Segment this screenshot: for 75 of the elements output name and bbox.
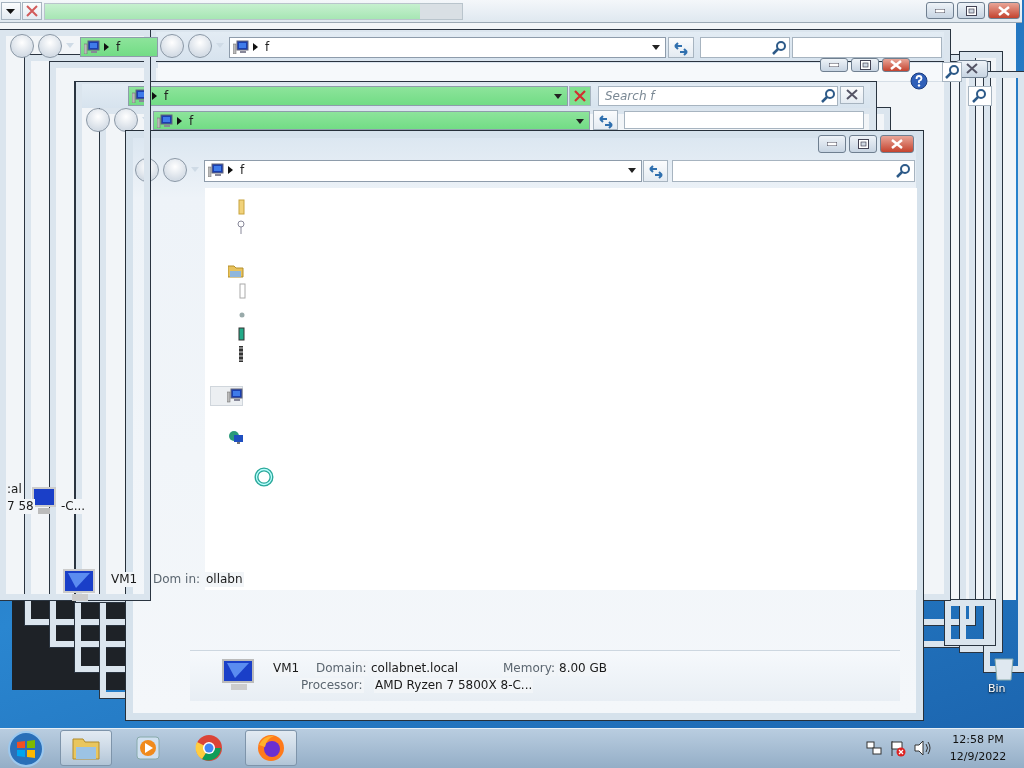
- computer-icon: [227, 388, 243, 403]
- chevron-icon: [104, 43, 109, 51]
- chevron-icon: [228, 166, 233, 174]
- refresh-icon: [597, 113, 615, 129]
- search-icon: [971, 88, 987, 104]
- browser-icon[interactable]: [194, 733, 224, 763]
- close-icon: [891, 139, 903, 149]
- search-icon: [771, 40, 787, 56]
- chevron-icon: [253, 43, 258, 51]
- close-icon: [846, 89, 858, 100]
- speaker-icon[interactable]: [914, 740, 932, 756]
- field-value: ollabn: [205, 572, 244, 587]
- field-value: AMD Ryzen 7 5800X 8-C...: [374, 678, 534, 693]
- computer-icon: [84, 40, 100, 54]
- chevron-icon: [152, 92, 157, 100]
- minimize-icon: [935, 8, 945, 13]
- film-icon: [238, 346, 244, 362]
- window-squares-icon: [858, 139, 869, 149]
- start-button[interactable]: [6, 730, 46, 768]
- search-field[interactable]: Search f: [598, 86, 838, 106]
- computer-icon: [208, 163, 224, 177]
- close-icon: [998, 5, 1010, 16]
- window-squares-icon: [860, 60, 871, 70]
- chevron-icon: [177, 117, 182, 125]
- refresh-button[interactable]: [643, 160, 668, 182]
- search-icon: [820, 88, 836, 104]
- close-icon: [26, 5, 38, 17]
- key-icon: [237, 220, 245, 235]
- dropdown-arrow-icon[interactable]: [628, 168, 636, 173]
- search-field[interactable]: [672, 160, 915, 182]
- minimize-icon: [829, 63, 839, 67]
- window-squares-icon: [966, 5, 977, 16]
- refresh-icon: [647, 163, 665, 179]
- dropdown-arrow-icon[interactable]: [554, 94, 562, 99]
- help-icon[interactable]: [910, 72, 928, 90]
- desktop-icon-label[interactable]: Bin: [988, 682, 1006, 695]
- field-value: -C...: [60, 499, 87, 514]
- search-field[interactable]: [700, 37, 790, 58]
- refresh-button[interactable]: [593, 110, 618, 130]
- browser-icon: [256, 733, 286, 763]
- breadcrumb-item[interactable]: f: [189, 113, 194, 129]
- network-icon[interactable]: [866, 740, 882, 756]
- search-icon: [895, 163, 911, 179]
- clock-time[interactable]: 12:58 PM: [948, 733, 1008, 747]
- refresh-button[interactable]: [668, 37, 694, 58]
- flag-icon[interactable]: [890, 740, 906, 757]
- recycle-bin-icon: [992, 655, 1016, 681]
- computer-name: VM1: [110, 572, 139, 587]
- field-value: 7 58: [6, 499, 35, 514]
- breadcrumb-item[interactable]: f: [240, 162, 245, 178]
- minimize-button[interactable]: [926, 2, 954, 19]
- text-field[interactable]: [792, 37, 942, 58]
- field-label: Memory:: [502, 661, 556, 676]
- search-icon: [944, 64, 960, 80]
- close-icon: [890, 60, 902, 70]
- text-field[interactable]: [624, 111, 864, 129]
- breadcrumb-item[interactable]: f: [116, 39, 121, 55]
- close-icon: [966, 63, 978, 74]
- close-icon: [574, 90, 586, 102]
- computer-icon: [233, 40, 249, 54]
- dropdown-arrow-icon[interactable]: [652, 45, 660, 50]
- menu-button[interactable]: [1, 2, 21, 20]
- network-icon: [228, 430, 244, 445]
- dropdown-arrow-icon: [6, 9, 15, 14]
- media-player-icon[interactable]: [133, 733, 163, 763]
- close-button[interactable]: [880, 135, 914, 153]
- refresh-icon: [672, 40, 690, 56]
- minimize-icon: [827, 142, 837, 146]
- field-label: Processor:: [300, 678, 364, 693]
- breadcrumb-item[interactable]: f: [164, 88, 169, 104]
- clock-date[interactable]: 12/9/2022: [948, 750, 1008, 764]
- dropdown-arrow-icon[interactable]: [576, 119, 584, 124]
- breadcrumb-item[interactable]: f: [265, 39, 270, 55]
- minimize-button[interactable]: [818, 135, 846, 153]
- computer-icon: [157, 114, 173, 128]
